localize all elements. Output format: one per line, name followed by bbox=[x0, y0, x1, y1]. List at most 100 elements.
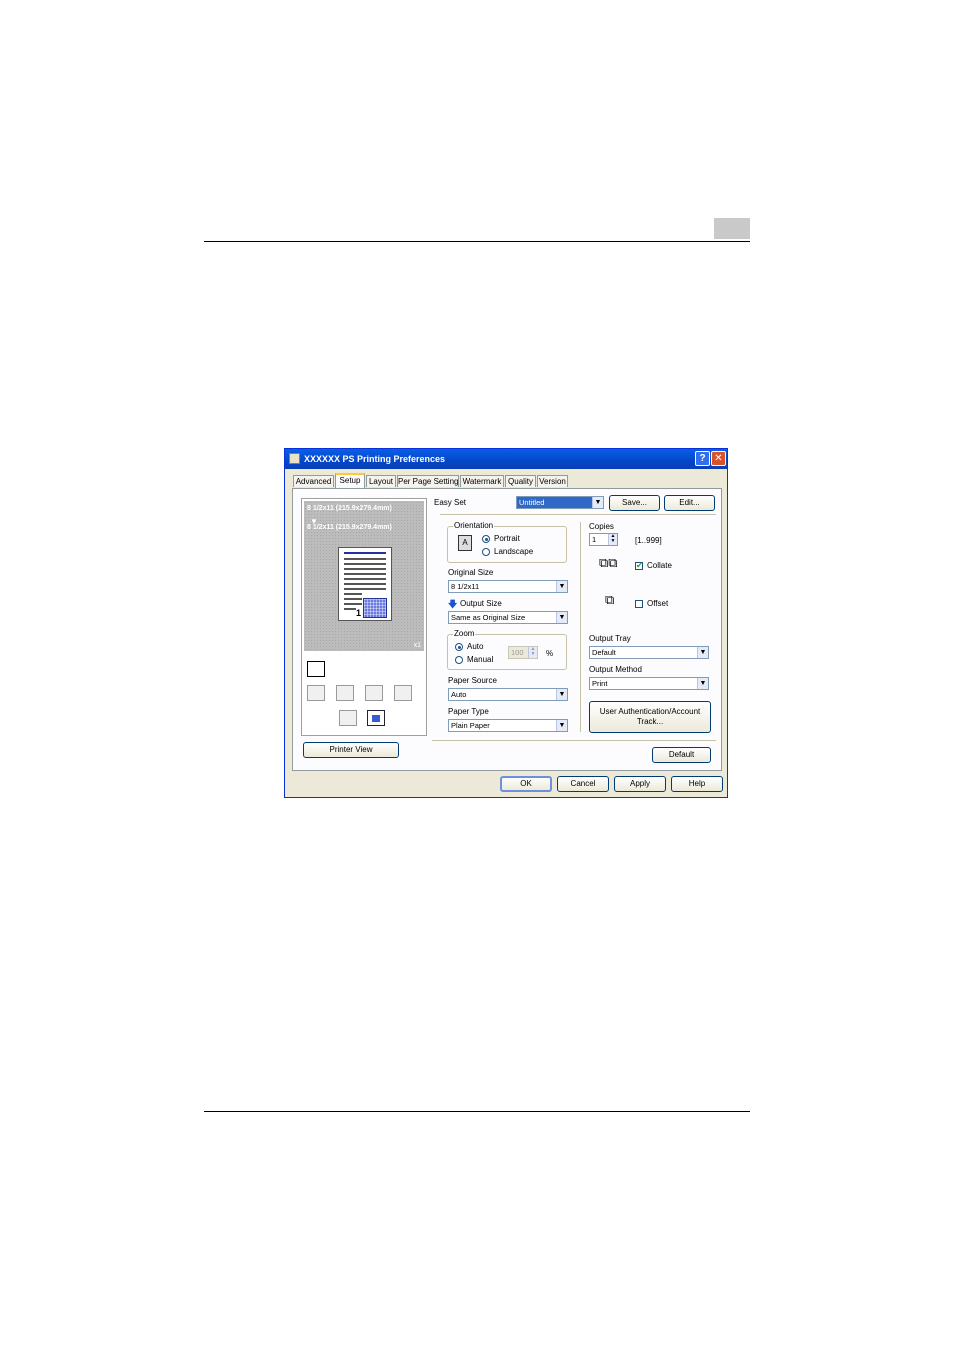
zoom-manual-radio[interactable] bbox=[455, 656, 463, 664]
chapter-marker bbox=[714, 218, 750, 239]
tab-per-page-setting[interactable]: Per Page Setting bbox=[397, 475, 459, 487]
portrait-icon: A bbox=[458, 535, 472, 551]
zoom-auto-radio[interactable] bbox=[455, 643, 463, 651]
output-tray-value: Default bbox=[592, 648, 616, 657]
chevron-down-icon: ▼ bbox=[556, 612, 567, 623]
offset-icon[interactable] bbox=[394, 685, 412, 701]
cover-page-icon[interactable] bbox=[339, 710, 357, 726]
chevron-down-icon: ▼ bbox=[697, 678, 708, 689]
page-number: 1 bbox=[356, 608, 362, 618]
collate-icon: ⧉⧉ bbox=[599, 555, 618, 570]
paper-type-value: Plain Paper bbox=[451, 721, 490, 730]
copies-value: 1 bbox=[592, 535, 597, 544]
tab-version[interactable]: Version bbox=[537, 475, 568, 487]
edit-button[interactable]: Edit... bbox=[664, 495, 715, 511]
user-authentication-button[interactable]: User Authentication/Account Track... bbox=[589, 701, 711, 733]
duplex-icon[interactable] bbox=[307, 685, 325, 701]
tab-advanced[interactable]: Advanced bbox=[293, 475, 334, 487]
easy-set-label: Easy Set bbox=[434, 498, 467, 507]
output-size-value: Same as Original Size bbox=[451, 613, 526, 622]
setup-panel: 8 1/2x11 (215.9x279.4mm) ▼ 8 1/2x11 (215… bbox=[292, 488, 722, 771]
apply-button[interactable]: Apply bbox=[614, 776, 666, 792]
zoom-value-stepper[interactable]: 100 ▲ ▼ bbox=[508, 646, 538, 659]
landscape-label: Landscape bbox=[494, 547, 534, 556]
save-button[interactable]: Save... bbox=[609, 495, 660, 511]
booklet-icon[interactable] bbox=[336, 685, 354, 701]
output-method-select[interactable]: Print ▼ bbox=[589, 677, 709, 690]
paper-type-select[interactable]: Plain Paper ▼ bbox=[448, 719, 568, 732]
divider bbox=[440, 514, 716, 515]
spinner-arrows-icon: ▲ ▼ bbox=[608, 534, 617, 545]
zoom-title: Zoom bbox=[453, 629, 476, 638]
preview-frame: 8 1/2x11 (215.9x279.4mm) ▼ 8 1/2x11 (215… bbox=[301, 498, 427, 736]
footer-rule bbox=[204, 1111, 750, 1112]
cancel-button[interactable]: Cancel bbox=[557, 776, 609, 792]
copies-marker: x1 bbox=[413, 642, 421, 649]
spinner-arrows-icon: ▲ ▼ bbox=[528, 647, 537, 658]
output-tray-label: Output Tray bbox=[589, 634, 631, 643]
column-divider bbox=[580, 522, 581, 732]
portrait-radio[interactable] bbox=[482, 535, 490, 543]
chevron-down-icon: ▼ bbox=[556, 689, 567, 700]
output-size-label: Output Size bbox=[460, 599, 502, 608]
close-icon[interactable]: ✕ bbox=[711, 451, 726, 466]
divider bbox=[432, 740, 716, 741]
function-icons bbox=[304, 655, 424, 734]
zoom-group: Zoom Auto Manual 100 ▲ ▼ % bbox=[447, 629, 567, 670]
zoom-manual-label: Manual bbox=[467, 655, 494, 664]
chevron-down-icon: ▼ bbox=[592, 497, 603, 508]
copies-stepper[interactable]: 1 ▲ ▼ bbox=[589, 533, 618, 546]
chevron-down-icon: ▼ bbox=[556, 720, 567, 731]
output-size-select[interactable]: Same as Original Size ▼ bbox=[448, 611, 568, 624]
page-preview: 1 bbox=[338, 547, 392, 621]
help-title-button[interactable]: ? bbox=[695, 451, 710, 466]
user-auth-line2: Track... bbox=[636, 717, 664, 726]
default-button[interactable]: Default bbox=[652, 747, 711, 763]
easy-set-select[interactable]: Untitled ▼ bbox=[516, 496, 604, 509]
chevron-down-icon: ▼ bbox=[697, 647, 708, 658]
original-size-label: Original Size bbox=[448, 568, 494, 577]
offset-checkbox[interactable] bbox=[635, 600, 643, 608]
tab-layout[interactable]: Layout bbox=[366, 475, 396, 487]
original-size-value: 8 1/2x11 bbox=[451, 582, 480, 591]
zoom-unit: % bbox=[546, 649, 554, 658]
output-tray-select[interactable]: Default ▼ bbox=[589, 646, 709, 659]
chevron-down-icon: ▼ bbox=[556, 581, 567, 592]
printing-preferences-dialog: XXXXXX PS Printing Preferences ? ✕ Advan… bbox=[284, 448, 728, 798]
print-preview: 8 1/2x11 (215.9x279.4mm) ▼ 8 1/2x11 (215… bbox=[304, 501, 424, 651]
preview-output-size: 8 1/2x11 (215.9x279.4mm) bbox=[307, 524, 392, 531]
zoom-auto-label: Auto bbox=[467, 642, 484, 651]
watermark-icon[interactable] bbox=[367, 710, 385, 726]
original-size-select[interactable]: 8 1/2x11 ▼ bbox=[448, 580, 568, 593]
copies-label: Copies bbox=[589, 522, 614, 531]
offset-stack-icon: ⧉ bbox=[605, 592, 615, 607]
copies-range: [1..999] bbox=[635, 536, 662, 545]
paper-source-select[interactable]: Auto ▼ bbox=[448, 688, 568, 701]
image-thumbnail-icon bbox=[363, 598, 387, 618]
paper-type-label: Paper Type bbox=[448, 707, 489, 716]
collate-checkbox[interactable]: ✔ bbox=[635, 562, 643, 570]
ok-button[interactable]: OK bbox=[500, 776, 552, 792]
orientation-title: Orientation bbox=[453, 521, 495, 530]
title-bar[interactable]: XXXXXX PS Printing Preferences ? ✕ bbox=[285, 449, 727, 469]
preview-original-size: 8 1/2x11 (215.9x279.4mm) bbox=[307, 505, 392, 512]
printer-view-button[interactable]: Printer View bbox=[303, 742, 399, 758]
paper-source-value: Auto bbox=[451, 690, 467, 699]
window-title: XXXXXX PS Printing Preferences bbox=[304, 454, 446, 464]
staple-icon[interactable] bbox=[365, 685, 383, 701]
portrait-label: Portrait bbox=[494, 534, 520, 543]
easy-set-value: Untitled bbox=[519, 498, 545, 507]
zoom-value: 100 bbox=[511, 648, 524, 657]
setup-function-icon[interactable] bbox=[307, 661, 325, 677]
tab-setup[interactable]: Setup bbox=[335, 473, 365, 488]
user-auth-line1: User Authentication/Account bbox=[599, 707, 701, 716]
offset-label: Offset bbox=[647, 599, 669, 608]
paper-source-label: Paper Source bbox=[448, 676, 497, 685]
landscape-radio[interactable] bbox=[482, 548, 490, 556]
tab-quality[interactable]: Quality bbox=[505, 475, 536, 487]
collate-label: Collate bbox=[647, 561, 672, 570]
output-method-label: Output Method bbox=[589, 665, 642, 674]
tab-watermark[interactable]: Watermark bbox=[460, 475, 504, 487]
help-button[interactable]: Help bbox=[671, 776, 723, 792]
header-rule bbox=[204, 241, 750, 242]
